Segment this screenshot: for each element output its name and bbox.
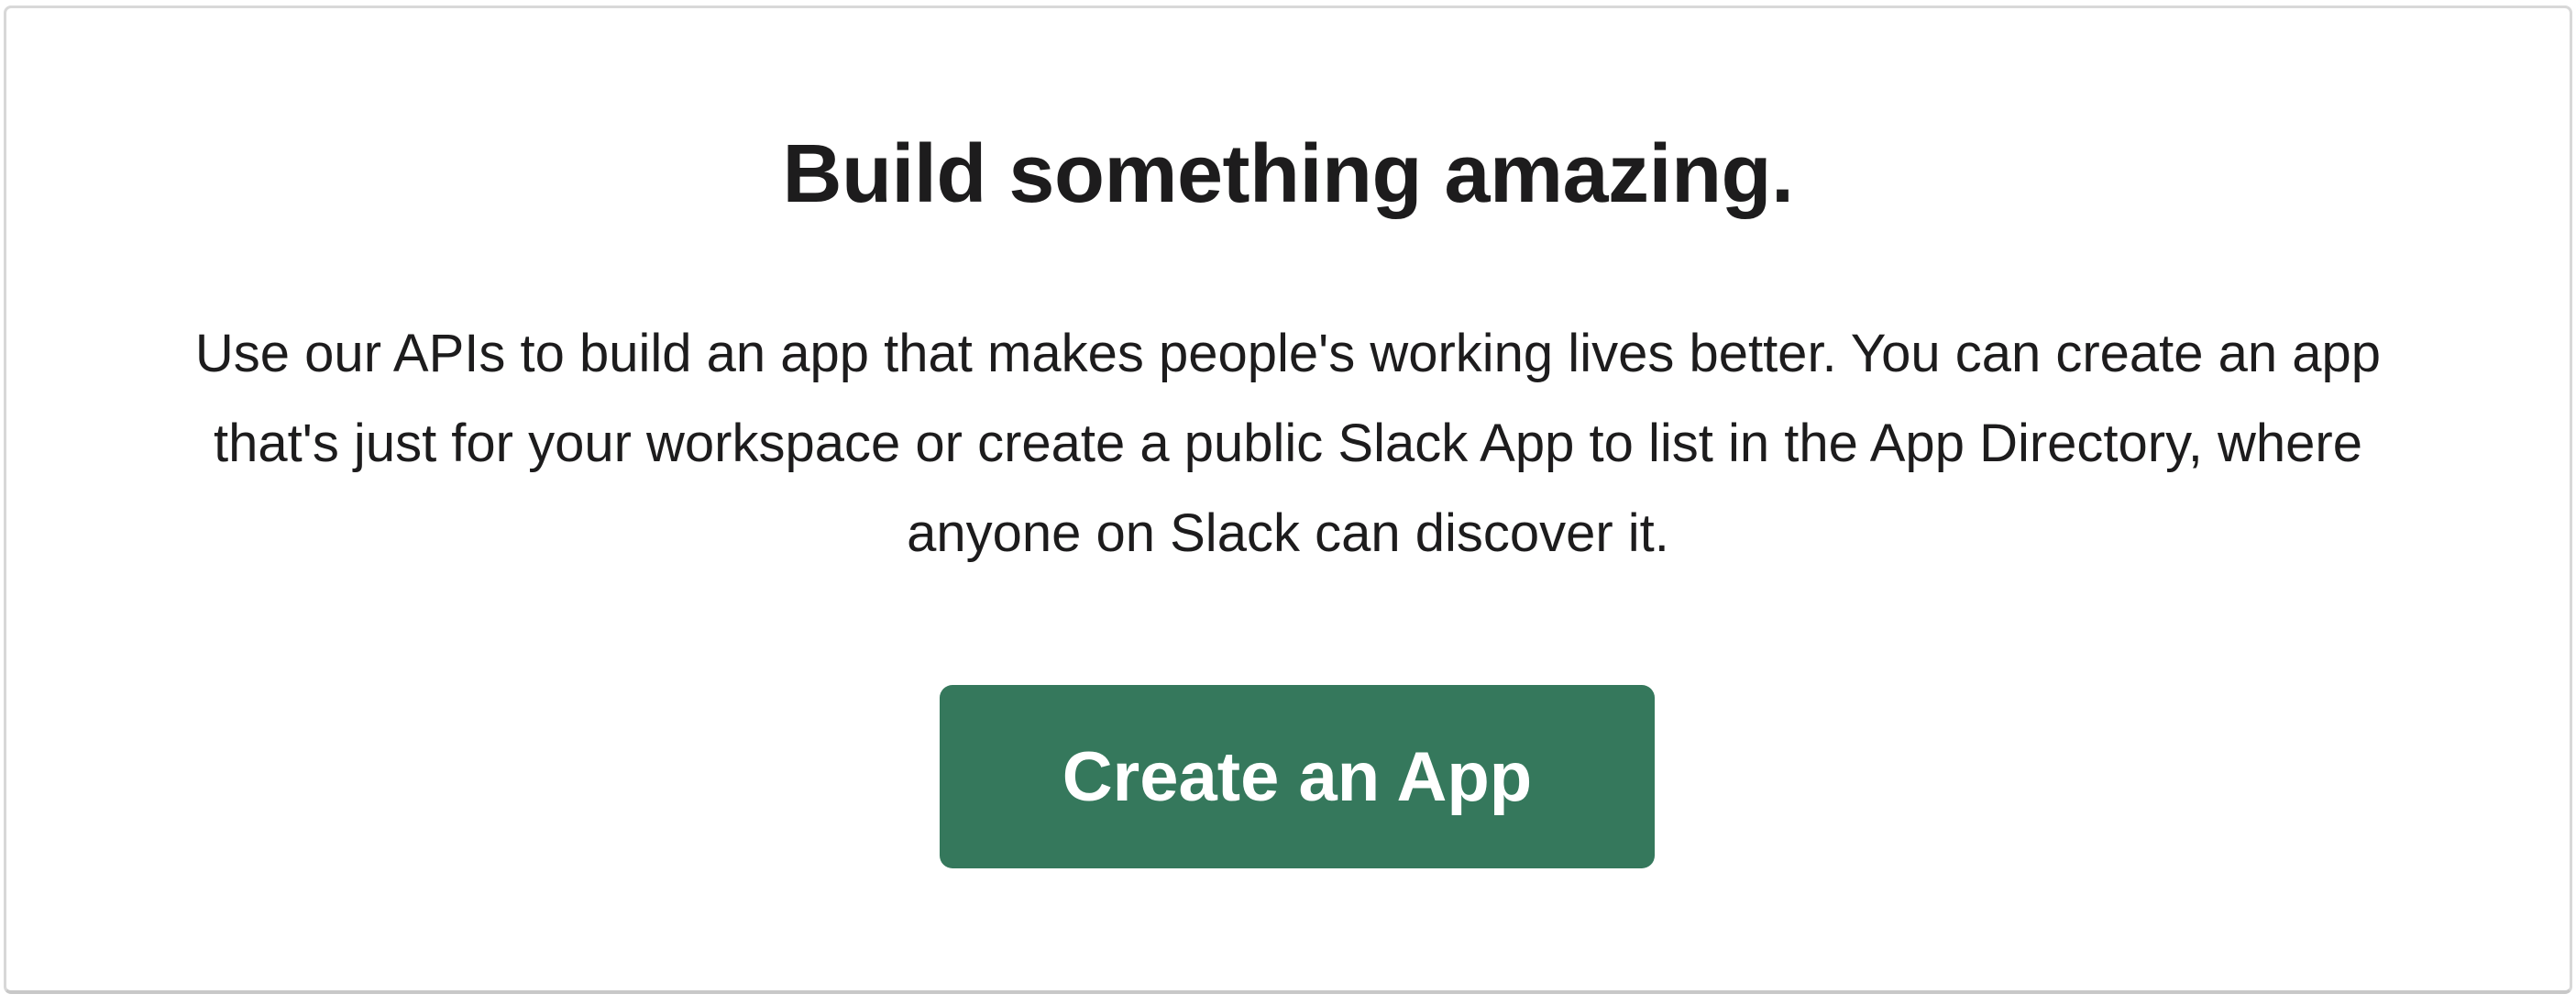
intro-description: Use our APIs to build an app that makes … xyxy=(194,324,2382,563)
page-title: Build something amazing. xyxy=(782,128,1794,220)
build-app-card: Build something amazing. Use our APIs to… xyxy=(4,6,2572,994)
create-app-button[interactable]: Create an App xyxy=(940,685,1655,868)
